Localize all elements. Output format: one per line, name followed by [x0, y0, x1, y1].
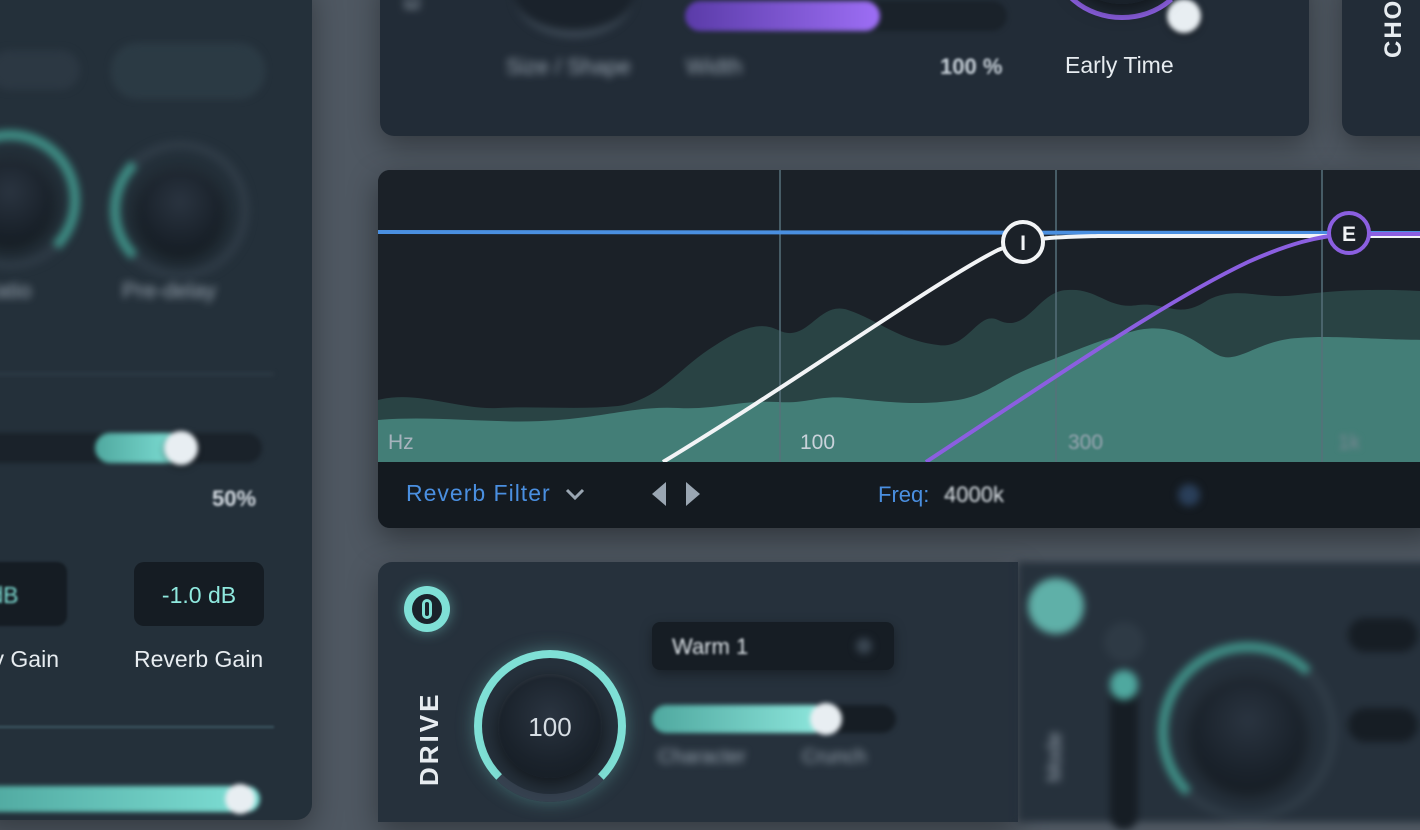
preset-dropdown[interactable]: Warm 1	[652, 622, 894, 670]
mod-toggle-1[interactable]	[1348, 618, 1418, 652]
divider-bottom	[0, 726, 274, 728]
mix-value: 50%	[212, 486, 257, 511]
reverb-gain-box[interactable]: -1.0 dB	[134, 562, 264, 626]
reverb-gain-value: -1.0 dB	[161, 582, 237, 608]
chevron-down-icon	[565, 488, 584, 500]
filter-panel: I E Hz 100 300 1k Reverb Filter Freq: 40…	[378, 170, 1420, 528]
dry-gain-value: 0.0 dB	[0, 582, 19, 608]
drive-power-button[interactable]	[404, 586, 450, 632]
power-icon	[412, 594, 442, 624]
character-slider-right-label: Crunch	[802, 746, 867, 768]
reverb-gain-label: Reverb Gain	[134, 646, 264, 672]
character-slider-fill	[652, 705, 828, 733]
width-value: 100 %	[940, 54, 1003, 79]
axis-unit-label: Hz	[388, 431, 414, 454]
width-slider-fill	[685, 1, 880, 31]
preset-value: Warm 1	[672, 634, 749, 659]
tick-label-100: 100	[800, 431, 835, 454]
drive-knob-value: 100	[528, 712, 572, 742]
filter-select-label: Reverb Filter	[406, 480, 551, 506]
tick-label-300: 300	[1068, 431, 1103, 454]
freq-label: Freq:	[878, 482, 930, 507]
drive-knob-body: 100	[498, 674, 602, 778]
mod-power-button[interactable]	[1028, 578, 1084, 634]
width-label: Width	[686, 54, 743, 79]
chorus-panel-title: CHO	[1380, 0, 1407, 58]
mode-pill-left[interactable]	[0, 50, 80, 90]
size-knob-label: Size / Shape	[506, 54, 631, 79]
freq-value[interactable]: 4000k	[944, 482, 1004, 508]
mod-vertical-slider[interactable]	[1110, 670, 1138, 830]
drive-title: DRIVE	[414, 691, 444, 786]
early-time-knob[interactable]	[1052, 0, 1192, 20]
mod-knob[interactable]	[1158, 642, 1338, 822]
character-slider-thumb[interactable]	[810, 703, 842, 735]
filter-graph[interactable]: I E Hz 100 300 1k	[378, 170, 1420, 462]
mod-toggle-2[interactable]	[1348, 708, 1418, 742]
chorus-panel: CHO	[1342, 0, 1420, 136]
mod-label: Mode	[1044, 731, 1066, 782]
tick-label-1k: 1k	[1338, 431, 1361, 454]
er-side-label: E/R	[402, 0, 425, 10]
dry-gain-label: Dry Gain	[0, 646, 59, 676]
predelay-knob-label: Pre-delay	[122, 278, 217, 303]
prev-arrow-icon[interactable]	[648, 480, 668, 508]
early-time-label: Early Time	[1065, 52, 1174, 78]
ratio-knob[interactable]	[0, 130, 80, 270]
node-i-label: I	[1020, 232, 1026, 255]
drive-panel: DRIVE 100 Warm 1 Character Crunch	[378, 562, 1018, 822]
bottom-slider-thumb[interactable]	[225, 784, 255, 814]
mod-small-knob[interactable]	[1104, 622, 1144, 662]
mix-slider-thumb[interactable]	[164, 431, 198, 465]
divider-top	[0, 373, 274, 375]
mix-slider[interactable]	[0, 431, 262, 465]
top-panel: E/R Size / Shape Width 100 % Early Time	[380, 0, 1309, 136]
dry-gain-label-text: Dry Gain	[0, 646, 59, 672]
size-knob[interactable]	[514, 0, 634, 38]
character-slider-left-label: Character	[658, 746, 746, 768]
filter-toolbar: Reverb Filter Freq: 4000k	[378, 462, 1420, 528]
ratio-knob-label: Ratio	[0, 278, 32, 303]
node-e-handle[interactable]: E	[1327, 211, 1371, 255]
bottom-slider[interactable]	[0, 784, 260, 814]
next-arrow-icon[interactable]	[684, 480, 704, 508]
filter-select[interactable]: Reverb Filter	[406, 480, 585, 507]
toolbar-dot	[1178, 484, 1200, 506]
dry-gain-box[interactable]: 0.0 dB	[0, 562, 67, 626]
character-slider[interactable]	[652, 703, 896, 735]
predelay-knob[interactable]	[110, 140, 250, 280]
left-panel: Ratio Pre-delay 50% 0.0 dB -1.0 dB Dry G…	[0, 0, 312, 820]
mode-pill-right[interactable]	[112, 44, 264, 98]
dry-response-line	[378, 230, 1420, 235]
width-slider[interactable]	[685, 0, 1201, 33]
node-e-label: E	[1342, 223, 1356, 246]
node-i-handle[interactable]: I	[1001, 220, 1045, 264]
preset-chevron-icon	[856, 638, 872, 654]
drive-knob[interactable]: 100	[474, 650, 626, 802]
mod-panel: Mode	[1018, 562, 1420, 830]
